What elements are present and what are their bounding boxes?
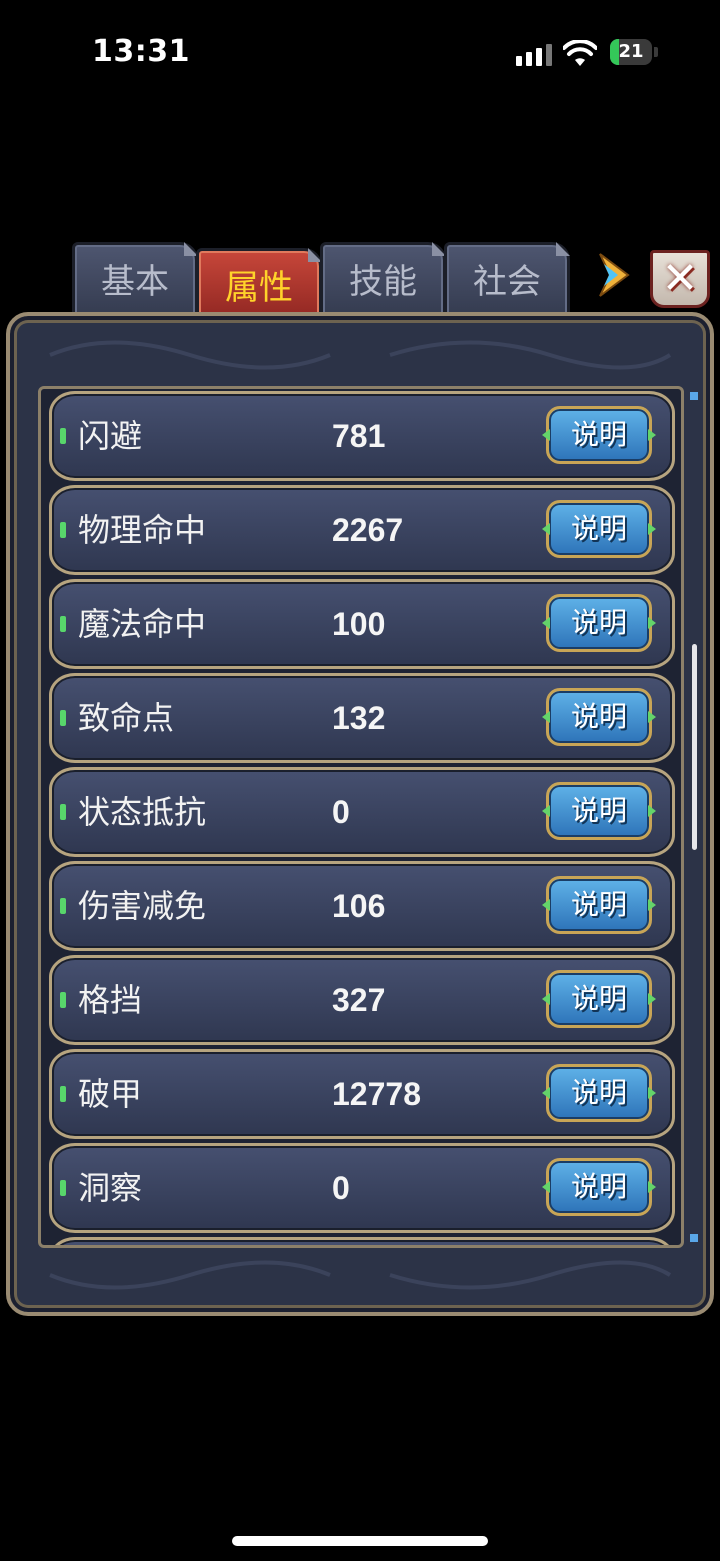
tab-basic[interactable]: 基本 bbox=[72, 242, 198, 322]
battery-level: 21 bbox=[618, 41, 644, 62]
explain-button[interactable]: 说明 bbox=[546, 1064, 652, 1122]
attribute-value: 0 bbox=[332, 1170, 350, 1206]
scroll-up-icon[interactable] bbox=[690, 392, 698, 400]
list-item: 破甲 12778 说明 bbox=[49, 1049, 675, 1139]
tab-social[interactable]: 社会 bbox=[444, 242, 570, 322]
bottom-ornament bbox=[49, 1260, 672, 1290]
attribute-value: 781 bbox=[332, 418, 386, 454]
close-button[interactable]: ✕ bbox=[650, 250, 710, 308]
attribute-value: 132 bbox=[332, 700, 386, 736]
bullet-icon bbox=[60, 710, 66, 726]
attribute-value: 12778 bbox=[332, 1076, 421, 1112]
attribute-label: 洞察 bbox=[78, 1169, 143, 1207]
attribute-label: 闪避 bbox=[78, 417, 143, 455]
scroll-down-icon[interactable] bbox=[690, 1234, 698, 1242]
bullet-icon bbox=[60, 428, 66, 444]
battery-cap bbox=[654, 47, 658, 57]
bullet-icon bbox=[60, 1180, 66, 1196]
bullet-icon bbox=[60, 898, 66, 914]
list-item-partial bbox=[49, 1237, 675, 1245]
battery-icon: 21 bbox=[610, 39, 652, 65]
list-item: 洞察 0 说明 bbox=[49, 1143, 675, 1233]
list-item: 致命点 132 说明 bbox=[49, 673, 675, 763]
home-indicator[interactable] bbox=[232, 1536, 488, 1546]
list-item: 闪避 781 说明 bbox=[49, 391, 675, 481]
list-item: 物理命中 2267 说明 bbox=[49, 485, 675, 575]
top-ornament bbox=[49, 340, 672, 370]
attribute-value: 327 bbox=[332, 982, 386, 1018]
wifi-icon bbox=[563, 40, 597, 66]
explain-button[interactable]: 说明 bbox=[546, 594, 652, 652]
tab-skills[interactable]: 技能 bbox=[320, 242, 446, 322]
list-item: 魔法命中 100 说明 bbox=[49, 579, 675, 669]
explain-button[interactable]: 说明 bbox=[546, 876, 652, 934]
attribute-label: 格挡 bbox=[78, 981, 143, 1019]
attribute-value: 100 bbox=[332, 606, 386, 642]
explain-button[interactable]: 说明 bbox=[546, 500, 652, 558]
attribute-value: 106 bbox=[332, 888, 386, 924]
scrollbar-thumb[interactable] bbox=[692, 644, 697, 850]
explain-button[interactable]: 说明 bbox=[546, 1158, 652, 1216]
bullet-icon bbox=[60, 804, 66, 820]
next-arrow-icon[interactable] bbox=[594, 250, 634, 300]
attribute-label: 伤害减免 bbox=[78, 887, 207, 925]
bullet-icon bbox=[60, 616, 66, 632]
attribute-label: 状态抵抗 bbox=[78, 793, 207, 831]
attribute-label: 物理命中 bbox=[78, 511, 207, 549]
bullet-icon bbox=[60, 992, 66, 1008]
cellular-signal-icon bbox=[516, 42, 552, 66]
close-icon: ✕ bbox=[661, 253, 699, 304]
explain-button[interactable]: 说明 bbox=[546, 970, 652, 1028]
attribute-value: 2267 bbox=[332, 512, 404, 548]
explain-button[interactable]: 说明 bbox=[546, 406, 652, 464]
attribute-list[interactable]: 闪避 781 说明 物理命中 2267 说明 魔法命中 100 说明 致命点 1… bbox=[38, 386, 684, 1248]
bullet-icon bbox=[60, 522, 66, 538]
attribute-label: 魔法命中 bbox=[78, 605, 207, 643]
attribute-value: 0 bbox=[332, 794, 350, 830]
attribute-label: 致命点 bbox=[78, 699, 175, 737]
list-item: 状态抵抗 0 说明 bbox=[49, 767, 675, 857]
list-item: 格挡 327 说明 bbox=[49, 955, 675, 1045]
attribute-label: 破甲 bbox=[78, 1075, 143, 1113]
explain-button[interactable]: 说明 bbox=[546, 782, 652, 840]
status-time: 13:31 bbox=[92, 34, 190, 69]
explain-button[interactable]: 说明 bbox=[546, 688, 652, 746]
bullet-icon bbox=[60, 1086, 66, 1102]
list-item: 伤害减免 106 说明 bbox=[49, 861, 675, 951]
